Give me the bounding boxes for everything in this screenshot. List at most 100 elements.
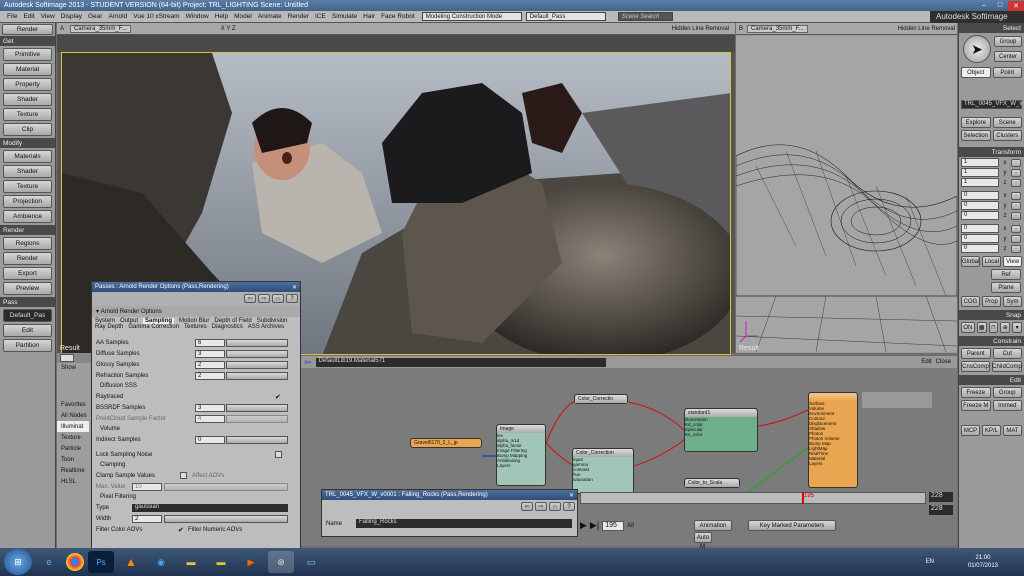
dialog-title-bar[interactable]: Passes : Arnold Render Options (Pass,Ren… [92,282,300,292]
pass-partition-button[interactable]: Partition [3,339,52,352]
select-object-button[interactable]: Object [961,67,991,78]
freeze-m-button[interactable]: Freeze M [961,400,991,411]
tab-diagnostics[interactable]: Diagnostics [212,324,243,330]
menu-arnold[interactable]: Arnold [105,13,130,20]
get-material-button[interactable]: Material [3,63,52,76]
ie-icon[interactable]: e [36,551,62,573]
scene-button[interactable]: Scene [992,117,1022,128]
render-regions-button[interactable]: Regions [3,237,52,250]
transform-value-field[interactable]: 0 [961,244,999,253]
menu-face-robot[interactable]: Face Robot [378,13,418,20]
display-mode-select-right[interactable]: Hidden Line Removal [898,26,955,32]
display-mode-select[interactable]: Hidden Line Removal [672,26,729,32]
region-preset-load-icon[interactable]: ⇦ [521,502,533,511]
window-icon[interactable]: ▭ [298,551,324,573]
transform-mode-icon[interactable]: ◦ [1011,158,1021,167]
snap-grid-icon[interactable]: ▦ [976,322,987,333]
back-arrow-icon[interactable]: ⇦ [304,357,312,368]
menu-ice[interactable]: ICE [312,13,329,20]
local-button[interactable]: Local [982,256,1002,267]
refraction-samples-slider[interactable] [226,371,288,380]
menu-view[interactable]: View [38,13,58,20]
filter-width-field[interactable]: 2 [132,514,162,523]
transform-value-field[interactable]: 1 [961,168,999,177]
menu-vue[interactable]: Vue 10 xStream [130,13,182,20]
timeline-end-field[interactable]: 228 [929,492,953,502]
region-lock-icon[interactable]: ∩ [549,502,561,511]
filter-width-slider[interactable] [164,514,288,523]
transform-mode-icon[interactable]: ◦ [1011,234,1021,243]
vlc-icon[interactable]: ▲ [118,551,144,573]
chrome-icon[interactable] [66,553,84,571]
modify-materials-button[interactable]: Materials [3,150,52,163]
auto-key-button[interactable]: Auto [694,532,712,543]
menu-file[interactable]: File [4,13,20,20]
menu-animate[interactable]: Animate [255,13,285,20]
material-path-field[interactable]: DefaultLib19.Material571 [315,357,606,367]
mat-tab[interactable]: MAT [1003,425,1022,436]
transform-value-field[interactable]: 0 [961,224,999,233]
bssrdf-field[interactable]: 3 [195,403,225,412]
lock-noise-checkbox[interactable] [275,451,282,458]
render-tree-edit-button[interactable]: Edit [921,359,931,365]
modify-projection-button[interactable]: Projection [3,195,52,208]
preset-save-icon[interactable]: ⇨ [258,294,270,303]
clusters-button[interactable]: Clusters [992,130,1022,141]
snap-target-icon[interactable]: ⊕ [1000,322,1011,333]
transform-axis-label[interactable]: y [1001,170,1009,176]
snap-on-button[interactable]: ON [961,322,975,333]
plane-button[interactable]: Plane [991,282,1021,293]
current-frame-field[interactable]: 195 [602,520,625,531]
pass-edit-button[interactable]: Edit [3,324,52,337]
transform-value-field[interactable]: 0 [961,211,999,220]
transform-mode-icon[interactable]: ◦ [1011,191,1021,200]
menu-window[interactable]: Window [183,13,212,20]
filter-type-select[interactable]: gaussian [132,503,288,512]
freeze-button[interactable]: Freeze [961,387,991,398]
indirect-samples-field[interactable]: 0 [195,435,225,444]
close-button[interactable]: ✕ [1008,0,1024,11]
key-marked-parameters-button[interactable]: Key Marked Parameters [748,520,836,531]
filter-numeric-checkbox[interactable]: ✔ [178,526,184,534]
aa-samples-field[interactable]: 6 [195,338,225,347]
camera-select[interactable]: Camera_35mm_F... [70,24,131,33]
raytraced-checkbox[interactable]: ✔ [275,393,281,401]
get-clip-button[interactable]: Clip [3,123,52,136]
tab-gamma-correction[interactable]: Gamma Correction [128,324,179,330]
folder-icon[interactable]: ▬ [178,551,204,573]
clock[interactable]: 21:00 01/07/2013 [968,554,998,570]
transform-mode-icon[interactable]: ◦ [1011,224,1021,233]
menu-render[interactable]: Render [285,13,312,20]
modify-texture-button[interactable]: Texture [3,180,52,193]
explorer-item-illuminat[interactable]: Illuminat [57,421,89,432]
transform-value-field[interactable]: 0 [961,201,999,210]
viewport-wireframe[interactable]: B Camera_35mm_F... Hidden Line Removal R… [736,23,957,353]
node-color-correction-1[interactable]: Color_Correctio [574,394,628,404]
transform-axis-label[interactable]: x [1001,226,1009,232]
mcp-tab[interactable]: MCP [961,425,980,436]
menu-display[interactable]: Display [58,13,85,20]
region-dialog-title-bar[interactable]: TRL_0045_VFX_W_v0001 : Falling_Rocks (Pa… [322,490,577,500]
menu-edit[interactable]: Edit [20,13,37,20]
play-button[interactable]: ▶ [580,520,587,531]
maximize-button[interactable]: □ [992,1,1008,11]
transform-value-field[interactable]: 0 [961,191,999,200]
selected-object-field[interactable]: TRL_0045_VFX_W_v [961,100,1022,109]
region-name-field[interactable]: Falling_Rocks [356,519,572,528]
help-icon[interactable]: ? [286,294,298,303]
transform-axis-label[interactable]: z [1001,213,1009,219]
scene-search-input[interactable]: Scene Search [617,12,673,21]
transform-mode-icon[interactable]: ◦ [1011,168,1021,177]
childcomp-button[interactable]: ChildComp [992,361,1022,372]
pass-select[interactable]: Default_Pass [525,12,606,21]
transform-axis-label[interactable]: x [1001,160,1009,166]
menu-model[interactable]: Model [231,13,255,20]
node-gravel-texture[interactable]: Gravel0170_2_L_jp [410,438,482,448]
render-preview-button[interactable]: Preview [3,282,52,295]
transform-axis-label[interactable]: y [1001,236,1009,242]
transform-axis-label[interactable]: z [1001,246,1009,252]
diffuse-samples-field[interactable]: 3 [195,349,225,358]
snap-magnet-icon[interactable]: ⊓ [988,322,999,333]
camera-select-right[interactable]: Camera_35mm_F... [747,24,808,33]
media-icon[interactable]: ▶ [238,551,264,573]
